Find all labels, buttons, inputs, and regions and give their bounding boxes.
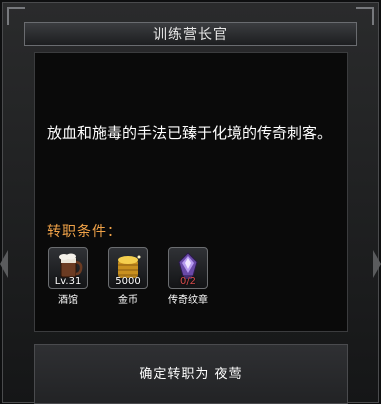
tavern-icon: Lv.31: [48, 247, 88, 289]
confirm-class-change-button[interactable]: 确定转职为 夜莺: [34, 344, 348, 404]
title-bar: 训练营长官: [24, 22, 357, 46]
legendary-emblem-icon: 0/2: [168, 247, 208, 289]
dialog-title: 训练营长官: [153, 27, 228, 43]
frame-corner-ornament: [7, 7, 25, 25]
requirements-list: Lv.31 酒馆 5000 金币 0/2 传奇纹章: [47, 247, 209, 306]
requirement-tavern[interactable]: Lv.31 酒馆: [47, 247, 89, 306]
requirement-badge: Lv.31: [54, 276, 82, 287]
content-panel: 放血和施毒的手法已臻于化境的传奇刺客。 转职条件： Lv.31 酒馆 5000 …: [34, 52, 348, 332]
gold-coins-icon: 5000: [108, 247, 148, 289]
left-arrow-icon: [0, 250, 8, 278]
requirement-name: 酒馆: [58, 295, 78, 306]
class-description: 放血和施毒的手法已臻于化境的传奇刺客。: [47, 124, 333, 142]
frame-corner-ornament: [356, 7, 374, 25]
right-arrow-icon: [373, 250, 381, 278]
requirement-badge: 5000: [115, 276, 141, 287]
confirm-button-label: 确定转职为 夜莺: [139, 366, 243, 382]
requirements-label: 转职条件：: [47, 224, 122, 240]
requirement-gold[interactable]: 5000 金币: [107, 247, 149, 306]
requirement-badge: 0/2: [179, 276, 197, 287]
requirement-name: 传奇纹章: [168, 295, 208, 306]
requirement-name: 金币: [118, 295, 138, 306]
requirement-emblem[interactable]: 0/2 传奇纹章: [167, 247, 209, 306]
